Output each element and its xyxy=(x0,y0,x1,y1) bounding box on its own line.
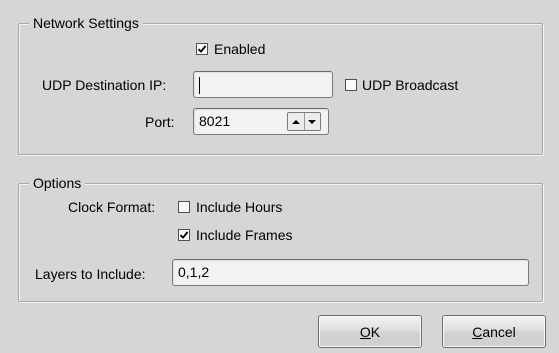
layers-to-include-label: Layers to Include: xyxy=(35,266,146,282)
enabled-label[interactable]: Enabled xyxy=(214,39,265,59)
ok-label-rest: K xyxy=(370,323,381,340)
enabled-checkbox[interactable] xyxy=(196,43,208,55)
port-spinner[interactable] xyxy=(287,112,321,131)
ok-button[interactable]: OK xyxy=(318,315,422,348)
cancel-label-rest: ancel xyxy=(482,323,516,340)
clock-format-label: Clock Format: xyxy=(68,199,156,215)
port-decrement-button[interactable] xyxy=(303,113,321,130)
udp-broadcast-checkbox[interactable] xyxy=(345,79,357,91)
udp-broadcast-label[interactable]: UDP Broadcast xyxy=(362,75,458,95)
ok-mnemonic: O xyxy=(359,323,371,340)
layers-to-include-value: 0,1,2 xyxy=(178,264,210,280)
arrow-down-icon xyxy=(308,119,317,124)
udp-destination-ip-label: UDP Destination IP: xyxy=(42,77,167,93)
include-hours-label[interactable]: Include Hours xyxy=(196,197,282,217)
checkmark-icon xyxy=(179,231,189,239)
include-frames-checkbox[interactable] xyxy=(178,229,190,241)
include-frames-label[interactable]: Include Frames xyxy=(196,225,292,245)
port-value: 8021 xyxy=(199,113,231,129)
include-hours-checkbox[interactable] xyxy=(178,201,190,213)
arrow-up-icon xyxy=(291,119,300,124)
port-label: Port: xyxy=(145,114,175,130)
options-title: Options xyxy=(29,174,86,192)
text-caret xyxy=(199,76,200,94)
port-increment-button[interactable] xyxy=(288,113,304,130)
layers-to-include-input[interactable]: 0,1,2 xyxy=(172,259,529,286)
cancel-button[interactable]: Cancel xyxy=(442,315,546,348)
checkmark-icon xyxy=(197,45,207,53)
udp-destination-ip-input[interactable] xyxy=(193,71,333,98)
network-settings-dialog: Network Settings Enabled UDP Destination… xyxy=(0,0,559,353)
network-settings-title: Network Settings xyxy=(29,14,143,32)
cancel-mnemonic: C xyxy=(472,323,483,340)
